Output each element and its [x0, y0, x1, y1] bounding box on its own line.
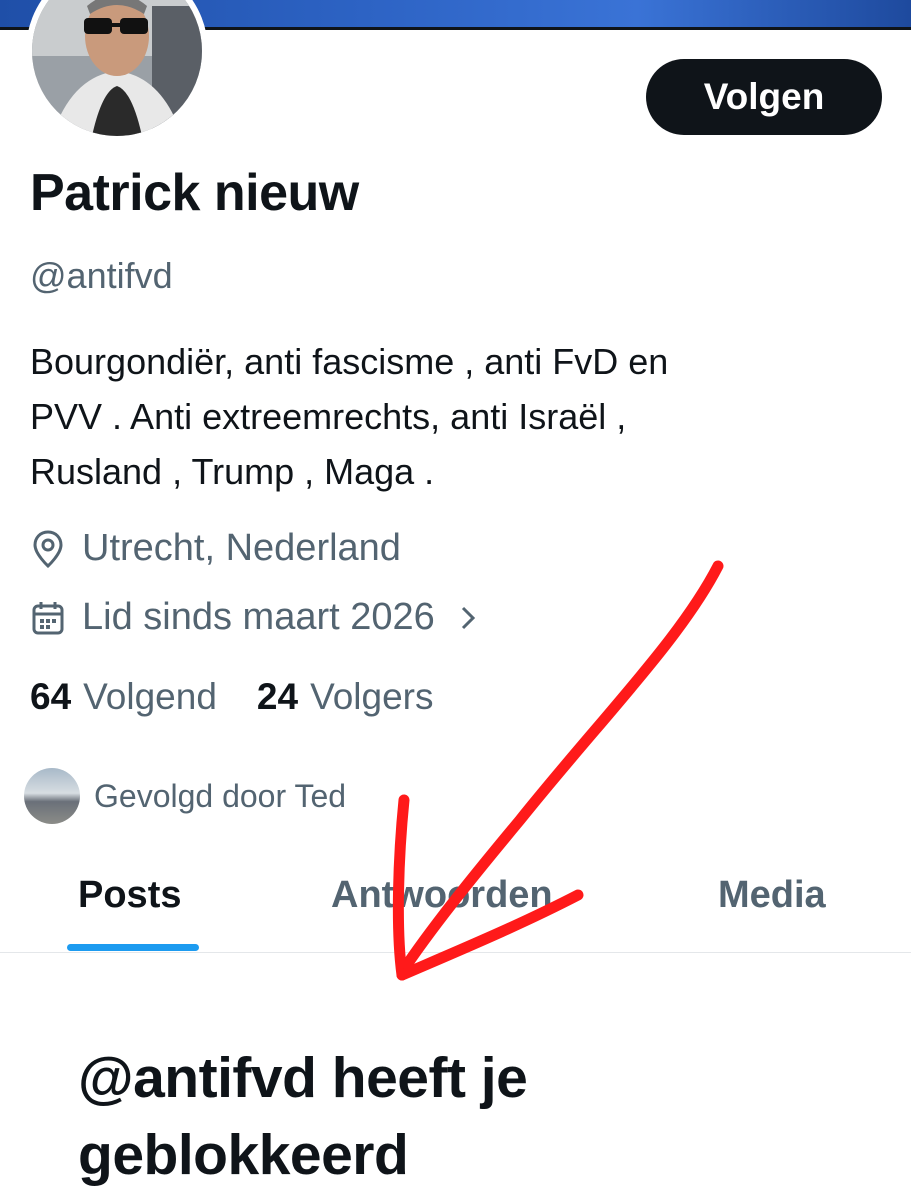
tab-media[interactable]: Media [718, 874, 826, 917]
avatar[interactable] [26, 0, 208, 142]
followers-label: Volgers [310, 676, 434, 717]
profile-bio: Bourgondiër, anti fascisme , anti FvD en… [30, 334, 880, 499]
followed-by-text: Gevolgd door Ted [94, 777, 347, 814]
location-row: Utrecht, Nederland [30, 527, 401, 570]
following-label: Volgend [83, 676, 217, 717]
profile-name: Patrick nieuw [30, 164, 359, 222]
follow-button[interactable]: Volgen [646, 59, 882, 135]
bio-line: PVV . Anti extreemrechts, anti Israël , [30, 396, 627, 437]
joined-text: Lid sinds maart 2026 [82, 596, 435, 638]
joined-row[interactable]: Lid sinds maart 2026 [30, 596, 495, 639]
avatar-photo [32, 0, 202, 136]
tab-posts[interactable]: Posts [78, 874, 181, 917]
bio-line: Bourgondiër, anti fascisme , anti FvD en [30, 341, 669, 382]
chevron-right-icon [461, 606, 475, 629]
follow-stats: 64 Volgend 24 Volgers [30, 676, 433, 718]
following-link[interactable]: 64 Volgend [30, 676, 217, 718]
map-pin-icon [33, 529, 63, 568]
location-text: Utrecht, Nederland [82, 527, 401, 569]
tab-replies[interactable]: Antwoorden [331, 874, 553, 917]
active-tab-indicator [67, 944, 199, 951]
profile-handle: @antifvd [30, 255, 173, 296]
tabs-divider [0, 952, 911, 953]
followers-link[interactable]: 24 Volgers [257, 676, 434, 718]
followed-by-row[interactable]: Gevolgd door Ted [24, 768, 346, 824]
following-count: 64 [30, 676, 72, 717]
calendar-icon [32, 601, 64, 634]
followers-count: 24 [256, 676, 299, 717]
blocked-message: @antifvd heeft je geblokkeerd [78, 1046, 528, 1187]
follower-avatar [24, 768, 80, 824]
bio-line: Rusland , Trump , Maga . [30, 451, 435, 492]
